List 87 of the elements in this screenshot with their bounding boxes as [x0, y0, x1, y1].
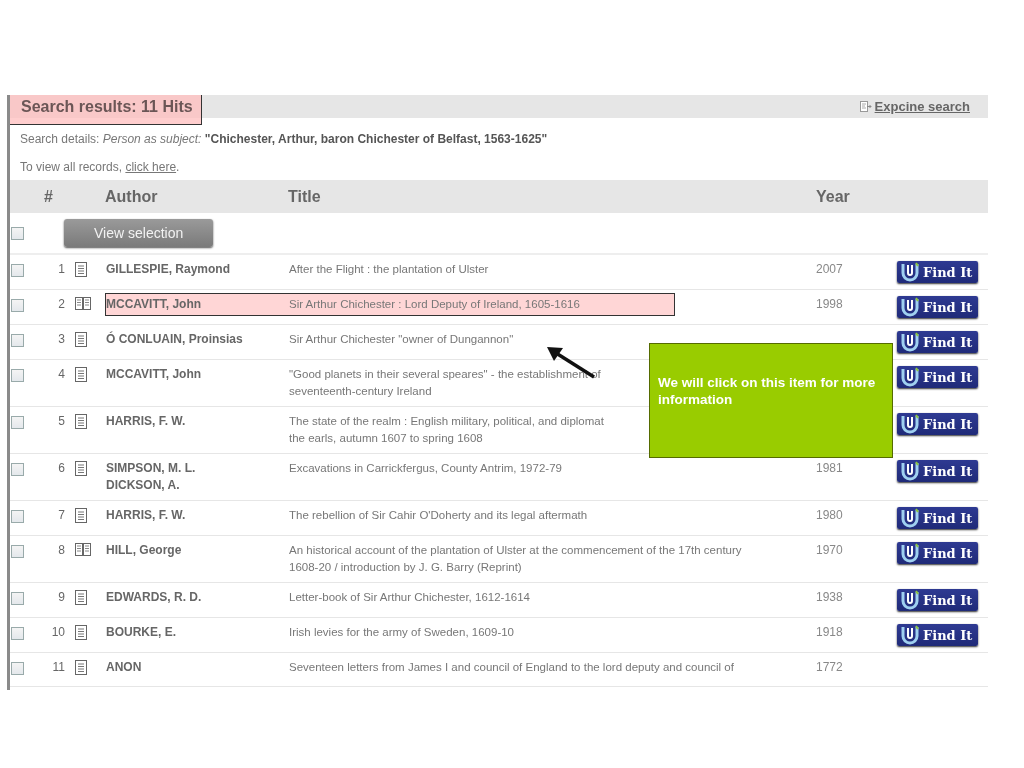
u-shape-icon	[899, 625, 921, 645]
title-text: Sir Arthur Chichester : Lord Deputy of Ireland, 1605-1616	[289, 297, 580, 312]
year-text: 1980	[816, 508, 843, 522]
title-text: An historical account of the plantation of Ulster at the commencement of the 17th century	[289, 543, 742, 558]
find-it-button[interactable]: Find It	[897, 296, 979, 318]
row-number: 5	[57, 413, 65, 430]
period-text: .	[176, 160, 180, 174]
search-details: Search details: Person as subject: "Chichester, Arthur, baron Chichester of Belfast, 1563-1625"	[20, 132, 549, 146]
title-text: Seventeen letters from James I and council of England to the lord deputy and council of	[289, 660, 734, 675]
author-name: HILL, George	[106, 542, 183, 559]
title-text: The state of the realm : English military, political, and diplomat	[289, 414, 604, 429]
find-it-button[interactable]: Find It	[897, 589, 979, 611]
title-text: The rebellion of Sir Cahir O'Doherty and its legal aftermath	[289, 508, 588, 523]
u-shape-icon	[899, 461, 921, 481]
find-it-button[interactable]: Find It	[897, 413, 979, 435]
author-name: Ó CONLUAIN, Proinsias	[106, 331, 244, 348]
row-checkbox[interactable]	[11, 592, 24, 605]
select-all-checkbox[interactable]	[11, 226, 24, 240]
row-checkbox[interactable]	[11, 662, 24, 675]
year-text: 1772	[816, 660, 843, 674]
year-text: 1981	[816, 461, 843, 475]
u-shape-icon	[899, 590, 921, 610]
author-name: MCCAVITT, John	[106, 296, 203, 313]
row-checkbox[interactable]	[11, 334, 24, 347]
u-shape-icon	[899, 297, 921, 317]
author-name: EDWARDS, R. D.	[106, 589, 203, 606]
title-text: After the Flight : the plantation of Ulster	[289, 262, 489, 277]
row-number: 11	[51, 659, 65, 676]
u-shape-icon	[899, 332, 921, 352]
find-it-button[interactable]: Find It	[897, 542, 979, 564]
row-number: 8	[57, 542, 65, 559]
u-shape-icon	[899, 367, 921, 387]
find-it-button[interactable]: Find It	[897, 331, 979, 353]
title-text: Irish levies for the army of Sweden, 1609-10	[289, 625, 514, 640]
row-number: 9	[57, 589, 65, 606]
callout-note: We will click on this item for more information	[649, 343, 893, 458]
row-checkbox[interactable]	[11, 416, 24, 429]
u-shape-icon	[899, 543, 921, 563]
row-checkbox[interactable]	[11, 627, 24, 640]
row-checkbox[interactable]	[11, 510, 24, 523]
column-header: Year	[816, 187, 851, 206]
row-number: 7	[57, 507, 65, 524]
author-name: DICKSON, A.	[106, 477, 181, 494]
refine-search-link[interactable]: Expcine search	[859, 99, 970, 114]
find-it-button[interactable]: Find It	[897, 261, 979, 283]
author-name: GILLESPIE, Raymond	[106, 261, 232, 278]
u-shape-icon	[899, 414, 921, 434]
find-it-button[interactable]: Find It	[897, 624, 979, 646]
title-text: the earls, autumn 1607 to spring 1608	[289, 431, 483, 446]
row-checkbox[interactable]	[11, 463, 24, 476]
author-name: MCCAVITT, John	[106, 366, 203, 383]
year-text: 1998	[816, 297, 843, 311]
year-text: 2007	[816, 262, 843, 276]
year-text: 1918	[816, 625, 843, 639]
author-name: HARRIS, F. W.	[106, 413, 187, 430]
row-checkbox[interactable]	[11, 369, 24, 382]
author-name: BOURKE, E.	[106, 624, 177, 641]
title-text: Sir Arthur Chichester "owner of Dungannon"	[289, 332, 514, 347]
u-shape-icon	[899, 262, 921, 282]
find-it-button[interactable]: Find It	[897, 460, 979, 482]
column-header: Title	[288, 187, 322, 206]
row-checkbox[interactable]	[11, 299, 24, 312]
author-name: SIMPSON, M. L.	[106, 460, 197, 477]
row-number: 6	[57, 460, 65, 477]
title-text: Letter-book of Sir Arthur Chichester, 1612-1614	[289, 590, 530, 605]
title-text: seventeenth-century Ireland	[289, 384, 432, 399]
find-it-button[interactable]: Find It	[897, 507, 979, 529]
row-number: 3	[57, 331, 65, 348]
results-heading: Search results: 11 Hits	[10, 95, 202, 125]
row-number: 1	[57, 261, 65, 278]
row-checkbox[interactable]	[11, 545, 24, 558]
row-number: 2	[57, 296, 65, 313]
view-all-text: To view all records,	[20, 160, 123, 174]
find-it-button[interactable]: Find It	[897, 366, 979, 388]
row-checkbox[interactable]	[11, 264, 24, 277]
u-shape-icon	[899, 508, 921, 528]
author-name: HARRIS, F. W.	[106, 507, 187, 524]
column-header: #	[43, 187, 54, 206]
row-number: 4	[57, 366, 65, 383]
author-name: ANON	[106, 659, 143, 676]
title-text: Excavations in Carrickfergus, County Antrim, 1972-79	[289, 461, 562, 476]
column-header: Author	[105, 187, 159, 206]
export-icon	[859, 101, 872, 112]
row-number: 10	[50, 624, 65, 641]
year-text: 1938	[816, 590, 843, 604]
year-text: 1970	[816, 543, 843, 557]
title-text: 1608-20 / introduction by J. G. Barry (Reprint)	[289, 560, 522, 575]
